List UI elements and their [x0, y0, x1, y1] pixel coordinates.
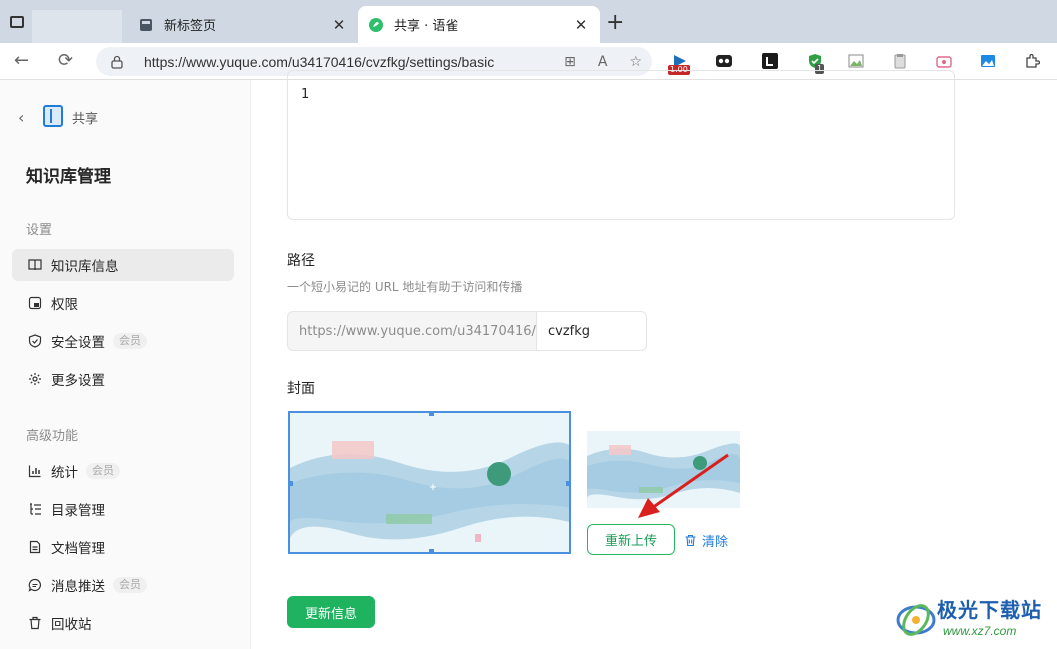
yuque-favicon-icon: [368, 17, 384, 33]
sidebar-item-repo-info[interactable]: 知识库信息: [12, 249, 234, 281]
cover-image: [290, 413, 569, 552]
book-open-icon: [28, 258, 42, 272]
sidebar-item-label: 权限: [51, 297, 78, 313]
sidebar-item-permission[interactable]: 权限: [12, 287, 234, 319]
member-badge: 会员: [113, 333, 147, 349]
clear-button[interactable]: 清除: [684, 531, 728, 550]
shield-icon: [28, 334, 42, 348]
crop-handle[interactable]: [566, 481, 569, 486]
favorite-star-icon[interactable]: ☆: [629, 54, 642, 70]
sidebar-item-more-settings[interactable]: 更多设置: [12, 363, 234, 395]
path-input[interactable]: cvzfkg: [537, 311, 647, 351]
shield-check-extension-icon[interactable]: 1: [805, 52, 825, 74]
trash-icon: [28, 616, 42, 630]
close-icon[interactable]: ✕: [330, 16, 348, 34]
video-extension-icon[interactable]: 1.00: [668, 52, 690, 75]
read-aloud-icon[interactable]: A: [598, 54, 608, 70]
group-label-settings: 设置: [26, 223, 53, 238]
sidebar-item-label: 知识库信息: [51, 259, 119, 275]
tab-title: 新标签页: [164, 19, 217, 34]
document-icon: [28, 540, 42, 554]
main-content: 1 路径 一个短小易记的 URL 地址有助于访问和传播 https://www.…: [252, 70, 1057, 649]
sidebar-item-push[interactable]: 消息推送 会员: [12, 569, 234, 601]
path-label: 路径: [287, 253, 315, 269]
group-label-advanced: 高级功能: [26, 429, 79, 444]
new-tab-plus-icon[interactable]: +: [606, 12, 624, 34]
permission-icon: [28, 296, 42, 310]
photo-extension-icon[interactable]: [978, 52, 998, 70]
bar-chart-icon: [28, 464, 42, 478]
image-extension-icon[interactable]: [846, 52, 866, 70]
message-icon: [28, 578, 42, 592]
watermark-logo-icon: [896, 604, 936, 636]
cover-crop-area[interactable]: [288, 411, 571, 554]
crop-handle[interactable]: [429, 549, 434, 552]
cover-thumbnail: [587, 431, 740, 508]
watermark-url: www.xz7.com: [943, 624, 1017, 638]
eyes-extension-icon[interactable]: [714, 52, 734, 70]
apps-grid-icon[interactable]: ⊞: [564, 54, 576, 70]
sidebar-item-label: 消息推送: [51, 579, 105, 595]
browser-tab-bar: 新标签页 ✕ 共享 · 语雀 ✕ +: [0, 0, 1057, 46]
l-extension-icon[interactable]: [760, 52, 780, 70]
sidebar-item-security[interactable]: 安全设置 会员: [12, 325, 234, 357]
toc-icon: [28, 502, 42, 516]
watermark-name: 极光下载站: [937, 598, 1042, 622]
path-hint: 一个短小易记的 URL 地址有助于访问和传播: [287, 280, 523, 294]
tab-yuque[interactable]: 共享 · 语雀 ✕: [358, 6, 600, 43]
sidebar-item-label: 回收站: [51, 617, 92, 633]
refresh-icon[interactable]: ⟳: [58, 50, 73, 71]
sidebar-item-label: 更多设置: [51, 373, 105, 389]
book-icon: [43, 105, 63, 127]
back-arrow-icon[interactable]: ←: [14, 50, 29, 71]
window-menu-icon[interactable]: [10, 16, 24, 28]
sidebar-item-label: 安全设置: [51, 335, 105, 351]
close-icon[interactable]: ✕: [572, 16, 590, 34]
watermark: 极光下载站 www.xz7.com: [895, 594, 1055, 646]
trash-icon: [685, 534, 696, 547]
path-input-group: https://www.yuque.com/u34170416/ cvzfkg: [287, 311, 647, 351]
update-info-button[interactable]: 更新信息: [287, 596, 375, 628]
new-tab-favicon-icon: [138, 17, 154, 33]
reupload-button[interactable]: 重新上传: [587, 524, 675, 555]
tv-extension-icon[interactable]: [934, 52, 954, 70]
sidebar-item-label: 统计: [51, 465, 78, 481]
back-chevron-icon[interactable]: ‹: [18, 108, 24, 127]
crop-handle[interactable]: [290, 481, 293, 486]
tab-new-tab[interactable]: 新标签页 ✕: [128, 6, 358, 43]
sidebar-item-toc[interactable]: 目录管理: [12, 493, 234, 525]
clipboard-extension-icon[interactable]: [890, 52, 910, 70]
sidebar-item-recycle-bin[interactable]: 回收站: [12, 607, 234, 639]
lock-icon: [111, 55, 123, 69]
sidebar-item-label: 目录管理: [51, 503, 105, 519]
book-name[interactable]: 共享: [72, 108, 98, 127]
sidebar-item-statistics[interactable]: 统计 会员: [12, 455, 234, 487]
sidebar-item-label: 文档管理: [51, 541, 105, 557]
puzzle-extensions-icon[interactable]: [1022, 52, 1042, 70]
description-textarea[interactable]: 1: [287, 70, 955, 220]
tab-title: 共享 · 语雀: [394, 19, 459, 34]
sidebar-item-docs[interactable]: 文档管理: [12, 531, 234, 563]
blurred-region: [32, 10, 122, 46]
clear-label: 清除: [702, 535, 729, 550]
sidebar: ‹ 共享 知识库管理 设置 知识库信息 权限 安全设置 会员 更多设置 高级功能…: [0, 80, 251, 649]
member-badge: 会员: [86, 463, 120, 479]
crop-handle[interactable]: [429, 413, 434, 416]
member-badge: 会员: [113, 577, 147, 593]
description-value: 1: [301, 87, 310, 102]
sidebar-title: 知识库管理: [26, 167, 111, 187]
cover-label: 封面: [287, 381, 315, 397]
path-prefix: https://www.yuque.com/u34170416/: [287, 311, 537, 351]
gear-icon: [28, 372, 42, 386]
url-text: https://www.yuque.com/u34170416/cvzfkg/s…: [144, 53, 495, 70]
